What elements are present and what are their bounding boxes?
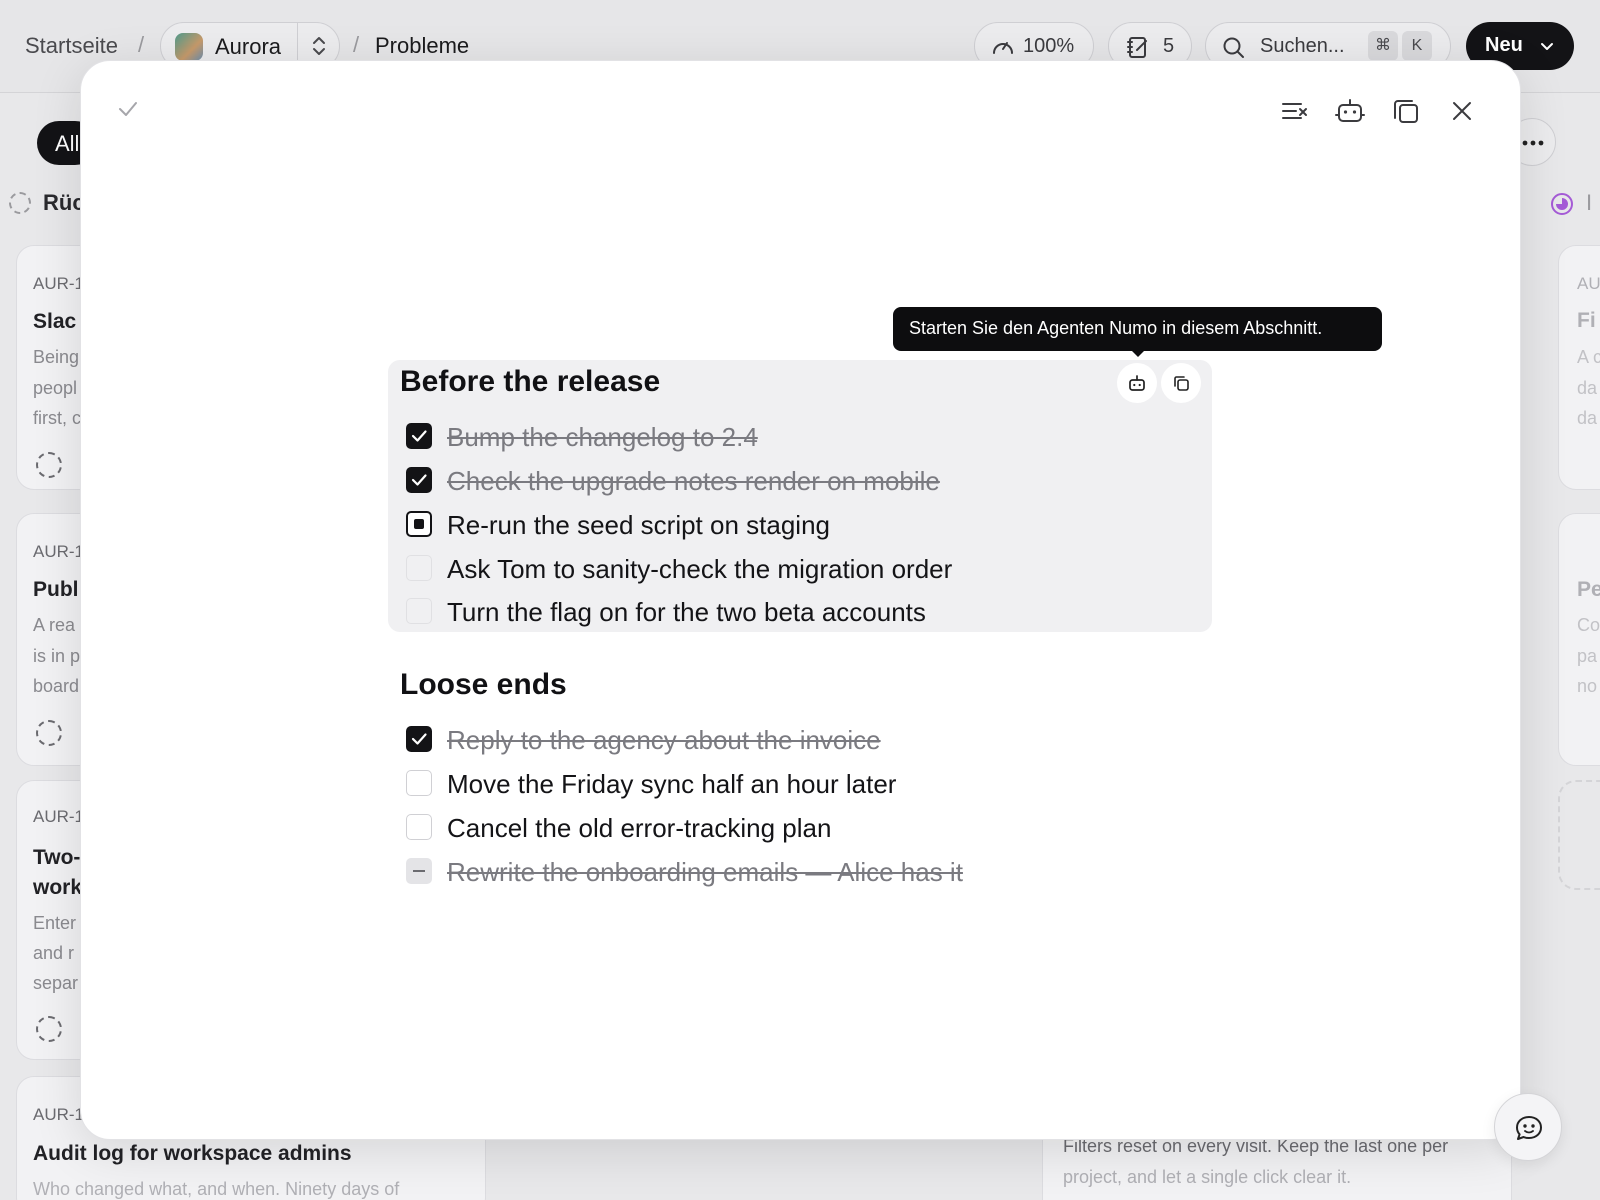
check-icon — [411, 733, 427, 745]
issue-desc-line: A c — [1577, 347, 1600, 367]
issue-card[interactable]: AU Fi A c da da — [1558, 245, 1600, 490]
section-agent-button[interactable] — [1117, 363, 1157, 403]
check-icon — [411, 430, 427, 442]
status-icon[interactable] — [36, 452, 62, 478]
issue-desc-line: no — [1577, 676, 1598, 696]
checklist-item-text: Check the upgrade notes render on mobile — [447, 466, 940, 496]
checklist-item-text: Turn the flag on for the two beta accoun… — [447, 597, 926, 627]
issue-title: Fi — [1577, 309, 1596, 332]
chat-face-icon — [1516, 1116, 1542, 1140]
check-icon[interactable] — [117, 99, 139, 119]
checklist-item-text: Re-run the seed script on staging — [447, 510, 830, 540]
column-title: I — [1586, 190, 1593, 215]
issue-card[interactable]: Pe Co pa no — [1558, 513, 1600, 766]
issue-id: AUR-1 — [33, 1105, 85, 1124]
issue-id: AUR-1 — [33, 542, 85, 561]
status-icon[interactable] — [36, 1016, 62, 1042]
copy-icon[interactable] — [1386, 91, 1426, 131]
checklist-item-text: Rewrite the onboarding emails — Alice ha… — [447, 857, 963, 887]
kbd-key: K — [1402, 31, 1432, 61]
issue-id: AUR-1 — [33, 274, 85, 293]
issue-title: Slac — [33, 310, 77, 333]
tooltip-arrow — [1131, 350, 1145, 357]
issue-id: AUR-1 — [33, 807, 85, 826]
chat-button[interactable] — [1494, 1093, 1562, 1161]
section-title: Before the release — [400, 365, 661, 398]
new-button-label: Neu — [1485, 34, 1523, 56]
checklist-item-text: Cancel the old error-tracking plan — [447, 813, 832, 843]
issue-desc-line: Co — [1577, 615, 1600, 635]
in-progress-icon — [1551, 193, 1573, 215]
close-icon[interactable] — [1442, 91, 1482, 131]
search-placeholder: Suchen... — [1260, 35, 1345, 57]
checkbox-in-progress[interactable] — [406, 511, 432, 537]
checklist-item-text: Reply to the agency about the invoice — [447, 725, 881, 755]
issue-title: work — [33, 876, 83, 899]
section-title: Loose ends — [400, 668, 567, 701]
checklist-item-text: Ask Tom to sanity-check the migration or… — [447, 554, 953, 584]
checklist-item-text: Move the Friday sync half an hour later — [447, 769, 897, 799]
check-icon — [411, 474, 427, 486]
issue-id: AU — [1577, 274, 1600, 293]
checkbox-unchecked[interactable] — [406, 770, 432, 796]
robot-icon — [1129, 375, 1145, 391]
checklist-item-text: Bump the changelog to 2.4 — [447, 422, 758, 452]
breadcrumb-home[interactable]: Startseite — [25, 33, 118, 59]
checkbox-checked[interactable] — [406, 423, 432, 449]
issue-desc-line: da — [1577, 408, 1598, 428]
project-logo — [175, 33, 203, 61]
chevron-up-down-icon[interactable] — [309, 35, 329, 57]
notebook-icon — [1127, 37, 1147, 58]
search-icon — [1223, 37, 1244, 58]
issue-title: Two- — [33, 846, 81, 869]
checkbox-unchecked[interactable] — [406, 814, 432, 840]
project-name: Aurora — [215, 34, 282, 59]
checkbox-unchecked[interactable] — [406, 555, 432, 581]
chevron-down-icon — [1541, 43, 1553, 50]
notes-count: 5 — [1163, 35, 1175, 57]
status-icon[interactable] — [36, 720, 62, 746]
clear-format-icon[interactable] — [1274, 91, 1314, 131]
zoom-level: 100% — [1023, 35, 1075, 57]
kbd-command: ⌘ — [1368, 31, 1398, 61]
issue-desc-line: Who changed what, and when. Ninety days … — [33, 1179, 400, 1199]
checkbox-checked[interactable] — [406, 726, 432, 752]
breadcrumb-separator: / — [353, 32, 360, 57]
column-title: Rüc — [43, 190, 85, 215]
section-highlight — [388, 360, 1212, 632]
more-horizontal-icon — [1522, 140, 1544, 146]
breadcrumb-separator: / — [138, 32, 145, 57]
checkbox-cancelled[interactable] — [406, 858, 432, 884]
issue-title: Audit log for workspace admins — [33, 1142, 352, 1165]
copy-icon — [1174, 376, 1189, 391]
backlog-status-icon — [9, 192, 31, 214]
issue-desc-line: project, and let a single click clear it… — [1063, 1167, 1352, 1187]
robot-icon[interactable] — [1330, 91, 1370, 131]
issue-title: Pe — [1577, 578, 1600, 601]
add-card-placeholder[interactable] — [1558, 780, 1600, 890]
issue-title: Publ — [33, 578, 79, 601]
breadcrumb-current[interactable]: Probleme — [375, 33, 469, 59]
issue-desc-line: da — [1577, 378, 1598, 398]
issue-desc-line: pa — [1577, 646, 1598, 666]
agent-tooltip: Starten Sie den Agenten Numo in diesem A… — [893, 307, 1382, 351]
checkbox-unchecked[interactable] — [406, 598, 432, 624]
section-copy-button[interactable] — [1161, 363, 1201, 403]
checkbox-checked[interactable] — [406, 467, 432, 493]
gauge-icon — [993, 42, 1013, 54]
